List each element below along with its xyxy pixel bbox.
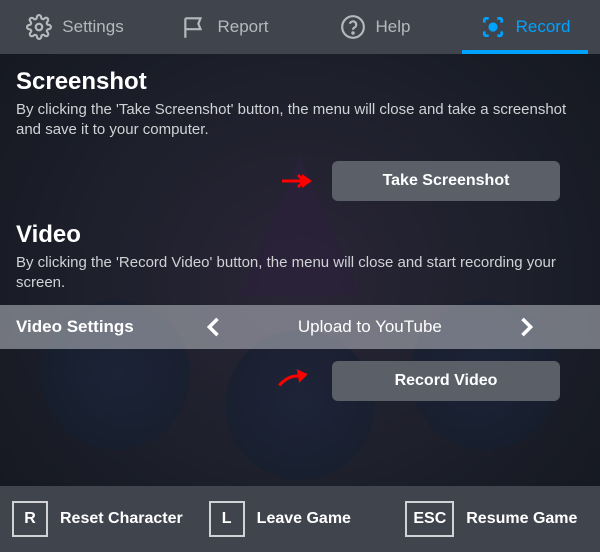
keycap: L — [209, 501, 245, 537]
chevron-right-icon[interactable] — [512, 313, 540, 341]
video-settings-label: Video Settings — [0, 317, 150, 337]
tab-record[interactable]: Record — [450, 0, 600, 54]
video-settings-value: Upload to YouTube — [298, 317, 442, 337]
video-settings-row: Video Settings Upload to YouTube — [0, 305, 600, 349]
footer-label: Leave Game — [257, 510, 351, 528]
record-video-button[interactable]: Record Video — [332, 361, 560, 401]
tab-help[interactable]: Help — [300, 0, 450, 54]
chevron-left-icon[interactable] — [200, 313, 228, 341]
screenshot-desc: By clicking the 'Take Screenshot' button… — [16, 100, 584, 141]
annotation-arrow-icon — [275, 364, 310, 389]
flag-icon — [181, 14, 207, 40]
screenshot-section: Screenshot By clicking the 'Take Screens… — [0, 54, 600, 149]
footer-label: Resume Game — [466, 510, 577, 528]
tab-label: Settings — [62, 17, 123, 37]
footer-bar: R Reset Character L Leave Game ESC Resum… — [0, 486, 600, 552]
video-desc: By clicking the 'Record Video' button, t… — [16, 253, 584, 294]
footer-label: Reset Character — [60, 510, 183, 528]
video-title: Video — [16, 221, 584, 249]
leave-game-button[interactable]: L Leave Game — [209, 501, 392, 537]
tab-label: Help — [376, 17, 411, 37]
tab-bar: Settings Report Help Record — [0, 0, 600, 54]
annotation-arrow-icon — [280, 171, 312, 191]
gear-icon — [26, 14, 52, 40]
record-icon — [480, 14, 506, 40]
help-icon — [340, 14, 366, 40]
keycap: R — [12, 501, 48, 537]
screenshot-title: Screenshot — [16, 68, 584, 96]
resume-game-button[interactable]: ESC Resume Game — [405, 501, 588, 537]
tab-label: Record — [516, 17, 571, 37]
video-section: Video By clicking the 'Record Video' but… — [0, 207, 600, 302]
tab-label: Report — [217, 17, 268, 37]
tab-report[interactable]: Report — [150, 0, 300, 54]
tab-settings[interactable]: Settings — [0, 0, 150, 54]
reset-character-button[interactable]: R Reset Character — [12, 501, 195, 537]
take-screenshot-button[interactable]: Take Screenshot — [332, 161, 560, 201]
keycap: ESC — [405, 501, 454, 537]
